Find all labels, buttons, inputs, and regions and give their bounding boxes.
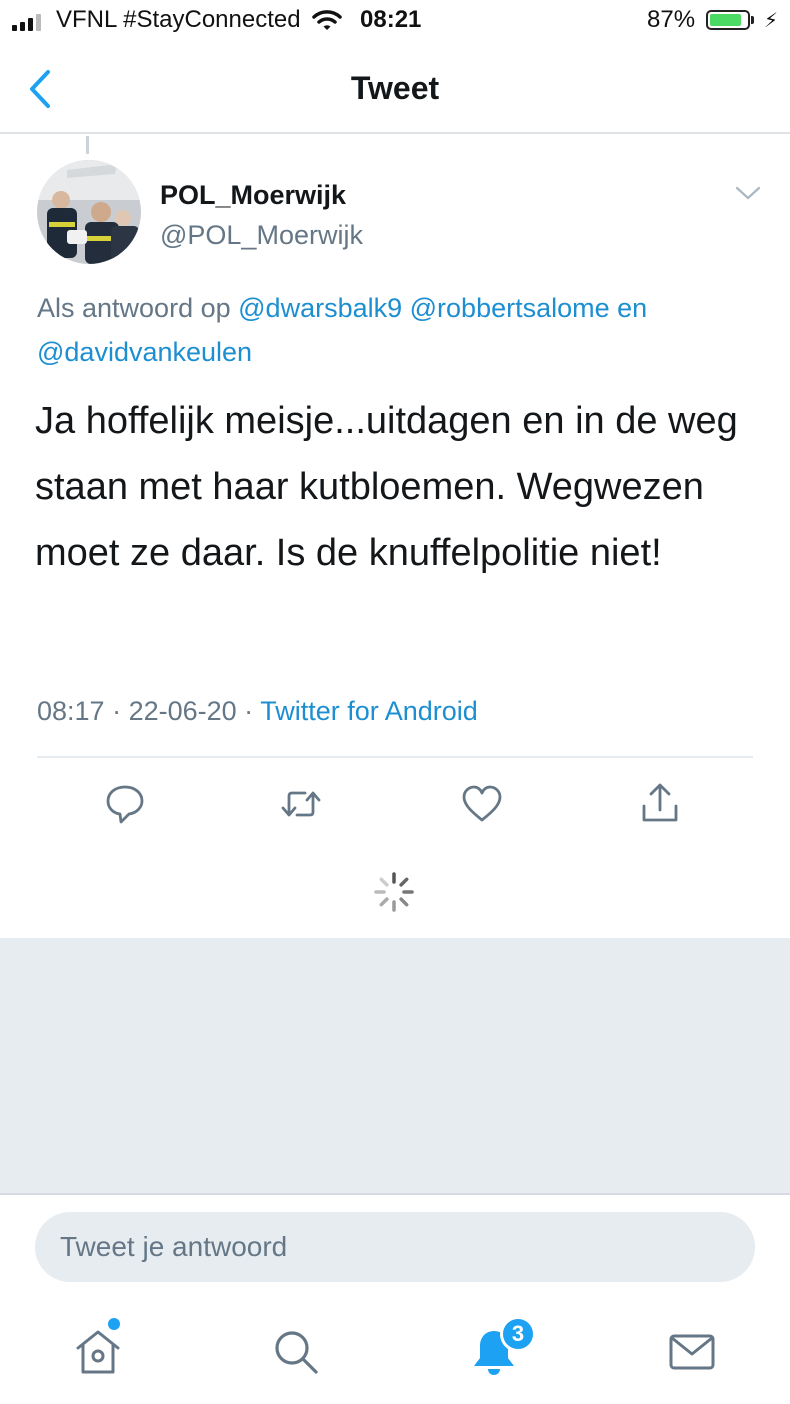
- tweet-date: 22-06-20: [128, 696, 237, 726]
- loading-spinner-icon: [374, 872, 414, 912]
- tweet-text: Ja hoffelijk meisje...uitdagen en in de …: [35, 400, 738, 574]
- display-name[interactable]: POL_Moerwijk: [160, 180, 346, 211]
- battery-level: [710, 14, 742, 26]
- home-new-indicator: [108, 1318, 120, 1330]
- avatar[interactable]: [37, 160, 141, 264]
- status-time: 08:21: [360, 6, 422, 33]
- wifi-icon: [312, 10, 342, 30]
- home-icon[interactable]: [72, 1326, 124, 1378]
- nav-bar: Tweet: [0, 44, 790, 134]
- mention-link[interactable]: @dwarsbalk9: [238, 293, 402, 323]
- reply-icon[interactable]: [103, 782, 147, 826]
- empty-replies-area: [0, 938, 790, 1194]
- messages-icon[interactable]: [666, 1326, 718, 1378]
- retweet-icon[interactable]: [279, 782, 323, 826]
- share-icon[interactable]: [638, 782, 682, 826]
- battery-nub: [751, 16, 754, 24]
- mention-link[interactable]: @robbertsalome: [410, 293, 610, 323]
- divider: [0, 1193, 790, 1195]
- mention-link[interactable]: @davidvankeulen: [37, 337, 252, 367]
- page-title: Tweet: [350, 70, 440, 106]
- meta-separator: ·: [236, 696, 261, 726]
- battery-percentage: 87%: [647, 6, 696, 33]
- reply-input[interactable]: Tweet je antwoord: [35, 1212, 755, 1282]
- meta-separator: ·: [104, 696, 129, 726]
- like-icon[interactable]: [460, 782, 504, 826]
- reply-conjunction[interactable]: en: [617, 293, 647, 323]
- signal-strength-icon: [12, 13, 41, 31]
- battery-icon: [706, 10, 750, 30]
- thread-connector: [86, 136, 89, 154]
- tweet-time: 08:17: [37, 696, 105, 726]
- tweet-source-link[interactable]: Twitter for Android: [260, 696, 478, 726]
- reply-prefix: Als antwoord op: [37, 293, 231, 323]
- status-bar: VFNL #StayConnected 08:21 87% ⚡: [0, 0, 790, 44]
- user-handle[interactable]: @POL_Moerwijk: [160, 220, 363, 251]
- reply-context: Als antwoord op @dwarsbalk9 @robbertsalo…: [37, 286, 757, 374]
- tweet-meta: 08:17 · 22-06-20 · Twitter for Android: [37, 696, 478, 727]
- charging-icon: ⚡: [764, 10, 779, 32]
- chevron-down-icon[interactable]: [735, 185, 761, 201]
- avatar-image: [37, 160, 141, 264]
- search-icon[interactable]: [270, 1326, 322, 1378]
- notification-badge: 3: [500, 1316, 536, 1352]
- carrier-name: VFNL #StayConnected: [56, 6, 301, 33]
- divider: [37, 756, 753, 758]
